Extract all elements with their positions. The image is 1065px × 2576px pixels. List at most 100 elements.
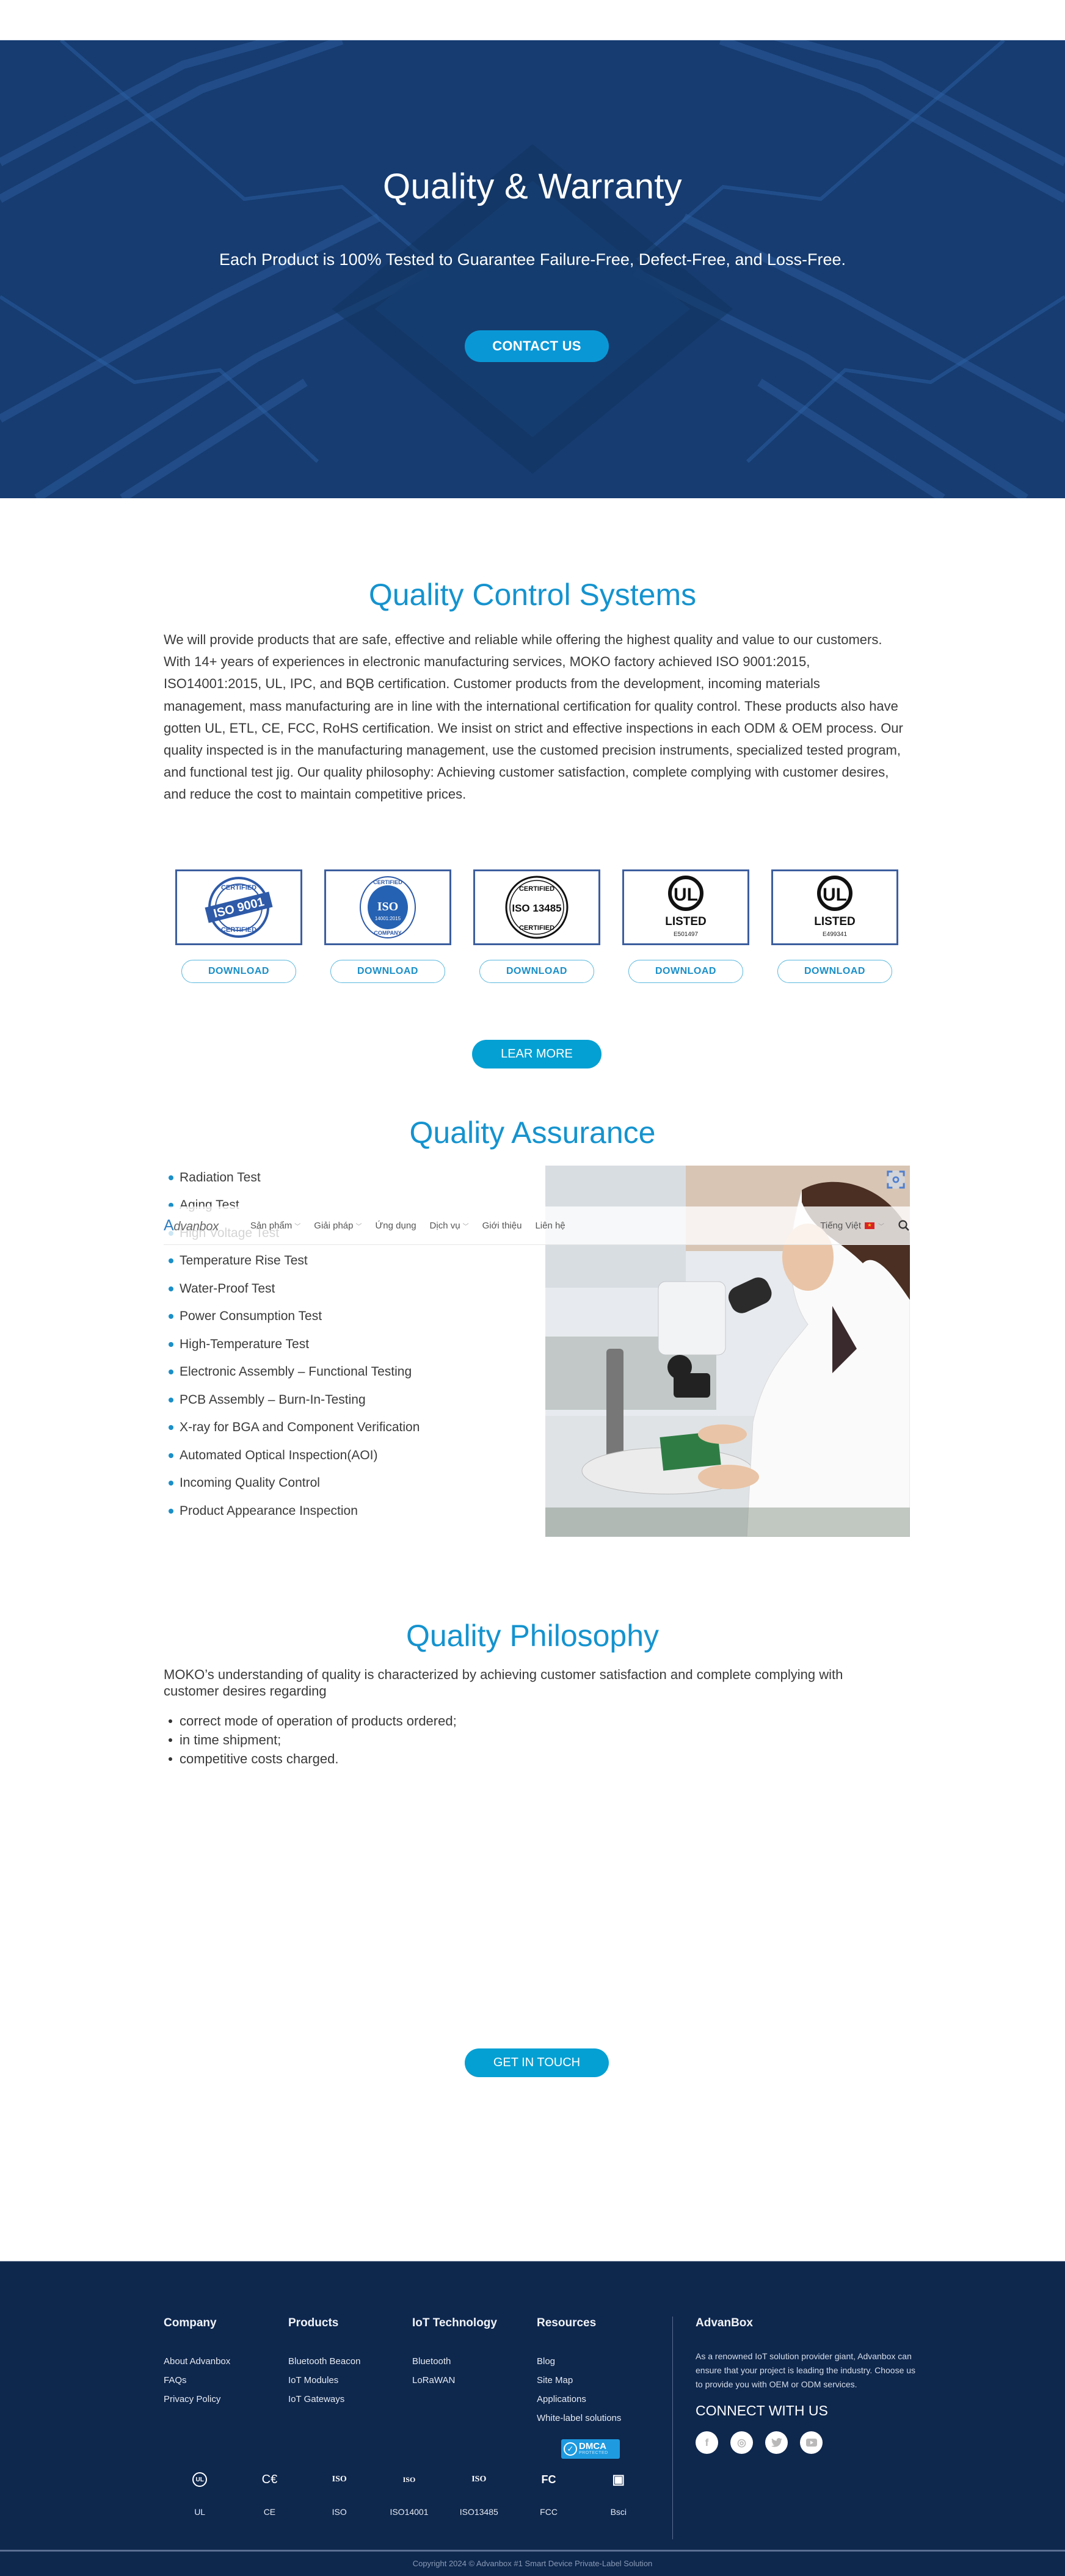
bullet-icon [169, 1341, 173, 1347]
hero-subtitle: Each Product is 100% Tested to Guarantee… [219, 250, 846, 269]
list-item: Product Appearance Inspection [169, 1497, 420, 1525]
footer-link[interactable]: White-label solutions [537, 2413, 621, 2432]
advanbox-logo[interactable]: Advanbox [164, 1217, 219, 1235]
bullet-icon [169, 1397, 173, 1402]
list-item: in time shipment; [169, 1730, 457, 1749]
iso-9001-certificate-image[interactable]: CERTIFIED ISO 9001 CERTIFIED [175, 869, 302, 945]
chevron-down-icon: ﹀ [355, 1223, 362, 1230]
footer-link[interactable]: Bluetooth Beacon [288, 2356, 360, 2375]
bullet-icon [169, 1481, 173, 1486]
connect-title: CONNECT WITH US [696, 2403, 828, 2418]
footer-link[interactable]: Blog [537, 2356, 621, 2375]
iso-9001-stamp-icon: CERTIFIED ISO 9001 CERTIFIED [205, 877, 273, 938]
svg-text:LISTED: LISTED [665, 915, 707, 928]
badge-bsci: ▣ Bsci [584, 2469, 653, 2517]
bullet-icon [169, 1719, 172, 1723]
iso14001-icon: ISO [402, 2475, 416, 2484]
certification-badges: UL UL C€ CE ISO ISO ISO ISO14001 ISO ISO… [165, 2469, 653, 2517]
dmca-protected-badge[interactable]: ✓ DMCA PROTECTED [561, 2439, 620, 2459]
iso-13485-certificate-image[interactable]: CERTIFIED ISO 13485 CERTIFIED [473, 869, 600, 945]
iso-14001-certificate-image[interactable]: CERTIFIED ISO 14001:2015 COMPANY [324, 869, 451, 945]
footer-link[interactable]: Site Map [537, 2375, 621, 2394]
iso-13485-stamp-icon: CERTIFIED ISO 13485 CERTIFIED [505, 876, 569, 939]
nav-item-about[interactable]: Giới thiệu [482, 1221, 522, 1231]
certificate-card: UL LISTED E501497 DOWNLOAD [622, 869, 749, 983]
footer-link[interactable]: LoRaWAN [412, 2375, 497, 2394]
svg-text:ISO 9001: ISO 9001 [213, 895, 266, 921]
chevron-down-icon: ﹀ [294, 1223, 301, 1230]
footer-link[interactable]: Privacy Policy [164, 2394, 230, 2413]
quality-assurance-title: Quality Assurance [409, 1116, 656, 1150]
search-icon[interactable] [898, 1219, 910, 1232]
facebook-icon[interactable]: f [696, 2431, 718, 2454]
list-item: High-Temperature Test [169, 1330, 420, 1359]
footer-column-products: Products Bluetooth Beacon IoT Modules Io… [288, 2317, 360, 2413]
svg-text:UL: UL [823, 885, 847, 905]
footer-link[interactable]: Bluetooth [412, 2356, 497, 2375]
contact-us-button[interactable]: CONTACT US [465, 330, 609, 362]
visual-search-button[interactable] [887, 1170, 905, 1189]
ul-listed-certificate-image[interactable]: UL LISTED E499341 [771, 869, 898, 945]
svg-text:UL: UL [674, 885, 698, 905]
chevron-down-icon: ﹀ [878, 1223, 884, 1230]
youtube-icon[interactable] [800, 2431, 823, 2454]
fcc-icon: FC [541, 2473, 556, 2486]
badge-iso14001: ISO ISO14001 [374, 2469, 444, 2517]
footer-link[interactable]: Applications [537, 2394, 621, 2413]
svg-text:CERTIFIED: CERTIFIED [221, 926, 256, 934]
list-item: Radiation Test [169, 1164, 420, 1192]
footer-link[interactable]: About Advanbox [164, 2356, 230, 2375]
footer-link[interactable]: FAQs [164, 2375, 230, 2394]
footer-link[interactable]: IoT Gateways [288, 2394, 360, 2413]
svg-text:ISO: ISO [377, 900, 398, 913]
footer-bottom-divider [0, 2550, 1065, 2552]
download-button[interactable]: DOWNLOAD [479, 960, 594, 983]
nav-item-applications[interactable]: Ứng dụng [376, 1221, 416, 1231]
svg-text:COMPANY: COMPANY [374, 930, 401, 936]
nav-item-services[interactable]: Dịch vụ ﹀ [430, 1221, 469, 1231]
hero-banner: Quality & Warranty Each Product is 100% … [0, 40, 1065, 498]
quality-philosophy-list: correct mode of operation of products or… [169, 1711, 457, 1768]
svg-text:CERTIFIED: CERTIFIED [519, 885, 554, 893]
quality-philosophy-title: Quality Philosophy [405, 1619, 660, 1653]
footer-link[interactable]: IoT Modules [288, 2375, 360, 2394]
download-button[interactable]: DOWNLOAD [777, 960, 892, 983]
instagram-icon[interactable]: ◎ [730, 2431, 753, 2454]
certificate-card: CERTIFIED ISO 13485 CERTIFIED DOWNLOAD [473, 869, 600, 983]
ce-icon: C€ [261, 2472, 278, 2486]
bullet-icon [169, 1757, 172, 1761]
bullet-icon [169, 1508, 173, 1514]
footer-about: AdvanBox As a renowned IoT solution prov… [696, 2317, 921, 2454]
iso-icon: ISO [332, 2475, 347, 2484]
bullet-icon [169, 1370, 173, 1375]
list-item: competitive costs charged. [169, 1749, 457, 1768]
badge-iso13485: ISO ISO13485 [444, 2469, 514, 2517]
svg-text:E499341: E499341 [823, 931, 847, 938]
badge-ce: C€ CE [234, 2469, 304, 2517]
list-item: Incoming Quality Control [169, 1470, 420, 1498]
nav-item-contact[interactable]: Liên hệ [535, 1221, 565, 1231]
language-selector[interactable]: Tiếng Việt ★ ﹀ [820, 1221, 884, 1231]
bullet-icon [169, 1425, 173, 1431]
ul-icon: UL [192, 2469, 208, 2490]
list-item: Power Consumption Test [169, 1303, 420, 1331]
certificate-card: UL LISTED E499341 DOWNLOAD [771, 869, 898, 983]
ul-listed-certificate-image[interactable]: UL LISTED E501497 [622, 869, 749, 945]
badge-iso: ISO ISO [305, 2469, 374, 2517]
download-button[interactable]: DOWNLOAD [628, 960, 743, 983]
bullet-icon [169, 1258, 173, 1264]
svg-text:ISO 13485: ISO 13485 [512, 902, 561, 914]
learn-more-button[interactable]: LEAR MORE [472, 1040, 602, 1068]
bullet-icon [169, 1314, 173, 1319]
get-in-touch-button[interactable]: GET IN TOUCH [465, 2048, 609, 2077]
svg-text:E501497: E501497 [674, 931, 698, 938]
nav-item-solutions[interactable]: Giải pháp ﹀ [314, 1221, 362, 1231]
bullet-icon [169, 1453, 173, 1458]
certificate-card: CERTIFIED ISO 14001:2015 COMPANY DOWNLOA… [324, 869, 451, 983]
download-button[interactable]: DOWNLOAD [181, 960, 296, 983]
svg-text:LISTED: LISTED [814, 915, 856, 928]
download-button[interactable]: DOWNLOAD [330, 960, 445, 983]
iso13485-icon: ISO [471, 2475, 487, 2484]
nav-item-products[interactable]: Sản phẩm ﹀ [250, 1221, 300, 1231]
twitter-icon[interactable] [765, 2431, 788, 2454]
